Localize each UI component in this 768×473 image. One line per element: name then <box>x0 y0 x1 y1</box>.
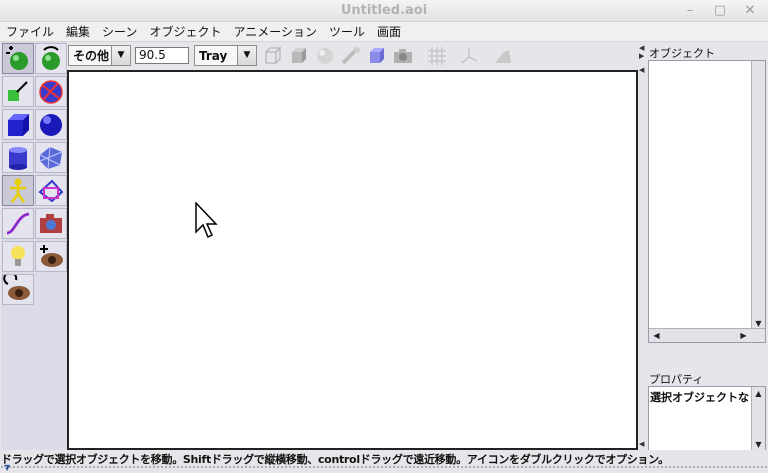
chevron-down-icon: ▼ <box>111 46 130 65</box>
curve-tool-icon <box>6 212 30 235</box>
status-bar: ドラッグで選択オブジェクトを移動。Shiftドラッグで縦横移動、controlド… <box>0 450 768 473</box>
menu-tools[interactable]: ツール <box>323 23 371 40</box>
move-view-button[interactable] <box>35 241 67 272</box>
properties-box: 選択オブジェクトなし ▲ ▼ <box>648 386 766 452</box>
polymesh-tool-icon <box>39 146 63 170</box>
menu-animation[interactable]: アニメーション <box>227 23 323 40</box>
menu-view[interactable]: 画面 <box>371 23 407 40</box>
vertical-scrollbar[interactable]: ▲ ▼ <box>751 387 765 451</box>
rotate-tool-icon <box>42 46 60 70</box>
view-mode-select[interactable]: その他 ▼ <box>68 45 131 66</box>
spline-tool-button[interactable] <box>35 175 67 206</box>
properties-panel-label: プロパティ <box>649 373 704 386</box>
zoom-input[interactable]: 90.5 <box>135 47 189 64</box>
close-icon[interactable]: ✕ <box>742 3 758 19</box>
spline-tool-icon <box>38 179 64 203</box>
transparent-view-icon[interactable] <box>366 46 388 66</box>
objects-panel: オブジェクト ▼ ◀ ▶ <box>646 42 768 362</box>
wireframe-view-icon[interactable] <box>262 46 284 66</box>
move-view-icon <box>40 245 63 267</box>
menu-file[interactable]: ファイル <box>0 23 60 40</box>
title-bar: Untitled.aoi – ▢ ✕ <box>0 0 768 22</box>
objects-panel-label: オブジェクト <box>649 47 715 60</box>
light-tool-icon <box>11 246 25 266</box>
rotate-tool-button[interactable] <box>35 43 67 74</box>
rotate-view-button[interactable] <box>2 274 34 305</box>
view-mode-value: その他 <box>73 49 110 63</box>
render-mode-select[interactable]: Tray ▼ <box>194 45 257 66</box>
move-tool-button[interactable] <box>2 43 34 74</box>
maximize-icon[interactable]: ▢ <box>712 3 728 19</box>
horizontal-splitter[interactable] <box>646 362 768 370</box>
rotate-view-icon <box>3 275 30 300</box>
smooth-view-icon[interactable] <box>314 46 336 66</box>
render-preview-icon[interactable] <box>392 46 414 66</box>
viewport-canvas[interactable] <box>67 70 638 450</box>
skew-tool-icon <box>39 80 63 104</box>
properties-text: 選択オブジェクトなし <box>650 391 760 404</box>
menu-bar: ファイル 編集 シーン オブジェクト アニメーション ツール 画面 <box>0 22 768 42</box>
menu-scene[interactable]: シーン <box>96 23 143 40</box>
axes-icon[interactable] <box>458 46 480 66</box>
cylinder-tool-icon <box>9 147 27 170</box>
horizontal-scrollbar[interactable]: ◀ ▶ <box>649 328 765 342</box>
scale-tool-icon <box>8 81 28 101</box>
camera-tool-icon <box>40 214 62 233</box>
properties-panel: プロパティ 選択オブジェクトなし ▲ ▼ <box>646 370 768 452</box>
scroll-up-icon[interactable]: ▲ <box>752 387 765 400</box>
light-tool-button[interactable] <box>2 241 34 272</box>
grid-icon[interactable] <box>426 46 448 66</box>
polymesh-tool-button[interactable] <box>35 142 67 173</box>
skew-tool-button[interactable] <box>35 76 67 107</box>
skeleton-tool-button[interactable] <box>2 175 34 206</box>
scale-tool-button[interactable] <box>2 76 34 107</box>
cube-tool-icon <box>8 114 29 136</box>
menu-edit[interactable]: 編集 <box>60 23 96 40</box>
collapse-left-icon[interactable]: ◀ <box>639 44 644 52</box>
collapse-left-icon[interactable]: ◀ <box>639 66 644 74</box>
scroll-left-icon[interactable]: ◀ <box>650 329 663 342</box>
skeleton-tool-icon <box>10 178 26 203</box>
view-toolbar: その他 ▼ 90.5 Tray ▼ <box>67 42 637 70</box>
menu-object[interactable]: オブジェクト <box>143 23 227 40</box>
resize-grip[interactable] <box>0 465 768 469</box>
sphere-tool-button[interactable] <box>35 109 67 140</box>
window-title: Untitled.aoi <box>340 3 428 18</box>
cube-tool-button[interactable] <box>2 109 34 140</box>
vertical-scrollbar[interactable]: ▼ <box>751 61 765 330</box>
mouse-cursor-icon <box>195 202 218 239</box>
scroll-right-icon[interactable]: ▶ <box>737 329 750 342</box>
render-mode-value: Tray <box>199 48 228 63</box>
curve-tool-button[interactable] <box>2 208 34 239</box>
minimize-icon[interactable]: – <box>682 3 698 19</box>
tool-palette <box>1 42 67 450</box>
shaded-view-icon[interactable] <box>288 46 310 66</box>
sphere-tool-icon <box>40 114 62 136</box>
collapse-right-icon[interactable]: ▶ <box>639 52 644 60</box>
camera-tool-button[interactable] <box>35 208 67 239</box>
move-tool-icon <box>6 46 28 70</box>
chevron-down-icon: ▼ <box>237 46 256 65</box>
cylinder-tool-button[interactable] <box>2 142 34 173</box>
template-icon[interactable] <box>492 46 514 66</box>
object-tree[interactable]: ▼ ◀ ▶ <box>648 60 766 343</box>
textured-view-icon[interactable] <box>340 46 362 66</box>
collapse-left-icon[interactable]: ◀ <box>639 440 644 448</box>
vertical-splitter[interactable]: ◀ ▶ ◀ ◀ <box>638 42 646 452</box>
